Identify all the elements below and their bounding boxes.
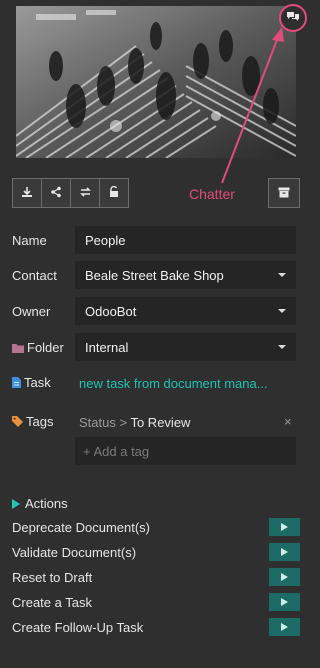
actions-header[interactable]: Actions <box>12 496 68 511</box>
download-button[interactable] <box>12 178 42 208</box>
run-reset-button[interactable] <box>269 568 300 586</box>
action-label: Create Follow-Up Task <box>12 619 144 635</box>
play-icon <box>281 573 288 581</box>
actions-title: Actions <box>25 496 68 511</box>
tag-value: To Review <box>130 415 191 430</box>
chatter-button[interactable] <box>279 4 307 32</box>
action-row: Create Follow-Up Task <box>12 618 300 636</box>
tag-status: Status > To Review <box>79 415 190 430</box>
action-label: Validate Document(s) <box>12 544 137 560</box>
document-toolbar <box>12 178 129 208</box>
share-icon <box>50 186 62 201</box>
chat-bubbles-icon <box>286 11 300 26</box>
action-row: Create a Task <box>12 593 300 611</box>
replace-icon <box>79 186 92 201</box>
play-icon <box>281 548 288 556</box>
archive-icon <box>278 186 290 201</box>
replace-button[interactable] <box>70 178 100 208</box>
task-label: Task <box>24 375 51 390</box>
contact-select[interactable]: Beale Street Bake Shop <box>75 261 296 289</box>
action-row: Deprecate Document(s) <box>12 518 300 536</box>
add-tag-placeholder: + Add a tag <box>83 443 150 459</box>
task-label-group: Task <box>12 375 51 390</box>
owner-select[interactable]: OdooBot <box>75 297 296 325</box>
owner-label: Owner <box>12 304 51 319</box>
document-icon <box>12 377 21 388</box>
name-label: Name <box>12 233 47 248</box>
tag-icon <box>12 416 23 427</box>
contact-value: Beale Street Bake Shop <box>85 267 224 283</box>
tag-separator: > <box>119 415 128 430</box>
run-create-task-button[interactable] <box>269 593 300 611</box>
folder-icon <box>12 343 24 353</box>
chevron-down-icon <box>278 309 286 313</box>
contact-label: Contact <box>12 268 57 283</box>
run-follow-up-task-button[interactable] <box>269 618 300 636</box>
download-icon <box>21 186 33 201</box>
name-field[interactable]: People <box>75 226 296 254</box>
name-value: People <box>85 232 126 248</box>
chevron-down-icon <box>278 273 286 277</box>
action-row: Reset to Draft <box>12 568 300 586</box>
triangle-right-icon <box>12 498 20 509</box>
lock-button[interactable] <box>99 178 129 208</box>
document-preview-image[interactable] <box>16 6 296 158</box>
action-row: Validate Document(s) <box>12 543 300 561</box>
remove-tag-button[interactable]: × <box>284 414 292 429</box>
annotation-label: Chatter <box>189 186 235 202</box>
add-tag-input[interactable]: + Add a tag <box>75 437 296 465</box>
action-label: Deprecate Document(s) <box>12 519 150 535</box>
tags-label-group: Tags <box>12 414 53 429</box>
action-label: Create a Task <box>12 594 92 610</box>
chevron-down-icon <box>278 345 286 349</box>
run-validate-button[interactable] <box>269 543 300 561</box>
play-icon <box>281 623 288 631</box>
archive-button[interactable] <box>268 178 300 208</box>
task-link[interactable]: new task from document mana... <box>79 376 268 391</box>
folder-select[interactable]: Internal <box>75 333 296 361</box>
action-label: Reset to Draft <box>12 569 93 585</box>
unlock-icon <box>108 185 120 201</box>
run-deprecate-button[interactable] <box>269 518 300 536</box>
tags-label: Tags <box>26 414 54 429</box>
tag-category: Status <box>79 415 116 430</box>
folder-label-group: Folder <box>12 340 64 355</box>
play-icon <box>281 598 288 606</box>
owner-value: OdooBot <box>85 303 137 319</box>
play-icon <box>281 523 288 531</box>
folder-value: Internal <box>85 339 129 355</box>
share-button[interactable] <box>41 178 71 208</box>
folder-label: Folder <box>27 340 64 355</box>
